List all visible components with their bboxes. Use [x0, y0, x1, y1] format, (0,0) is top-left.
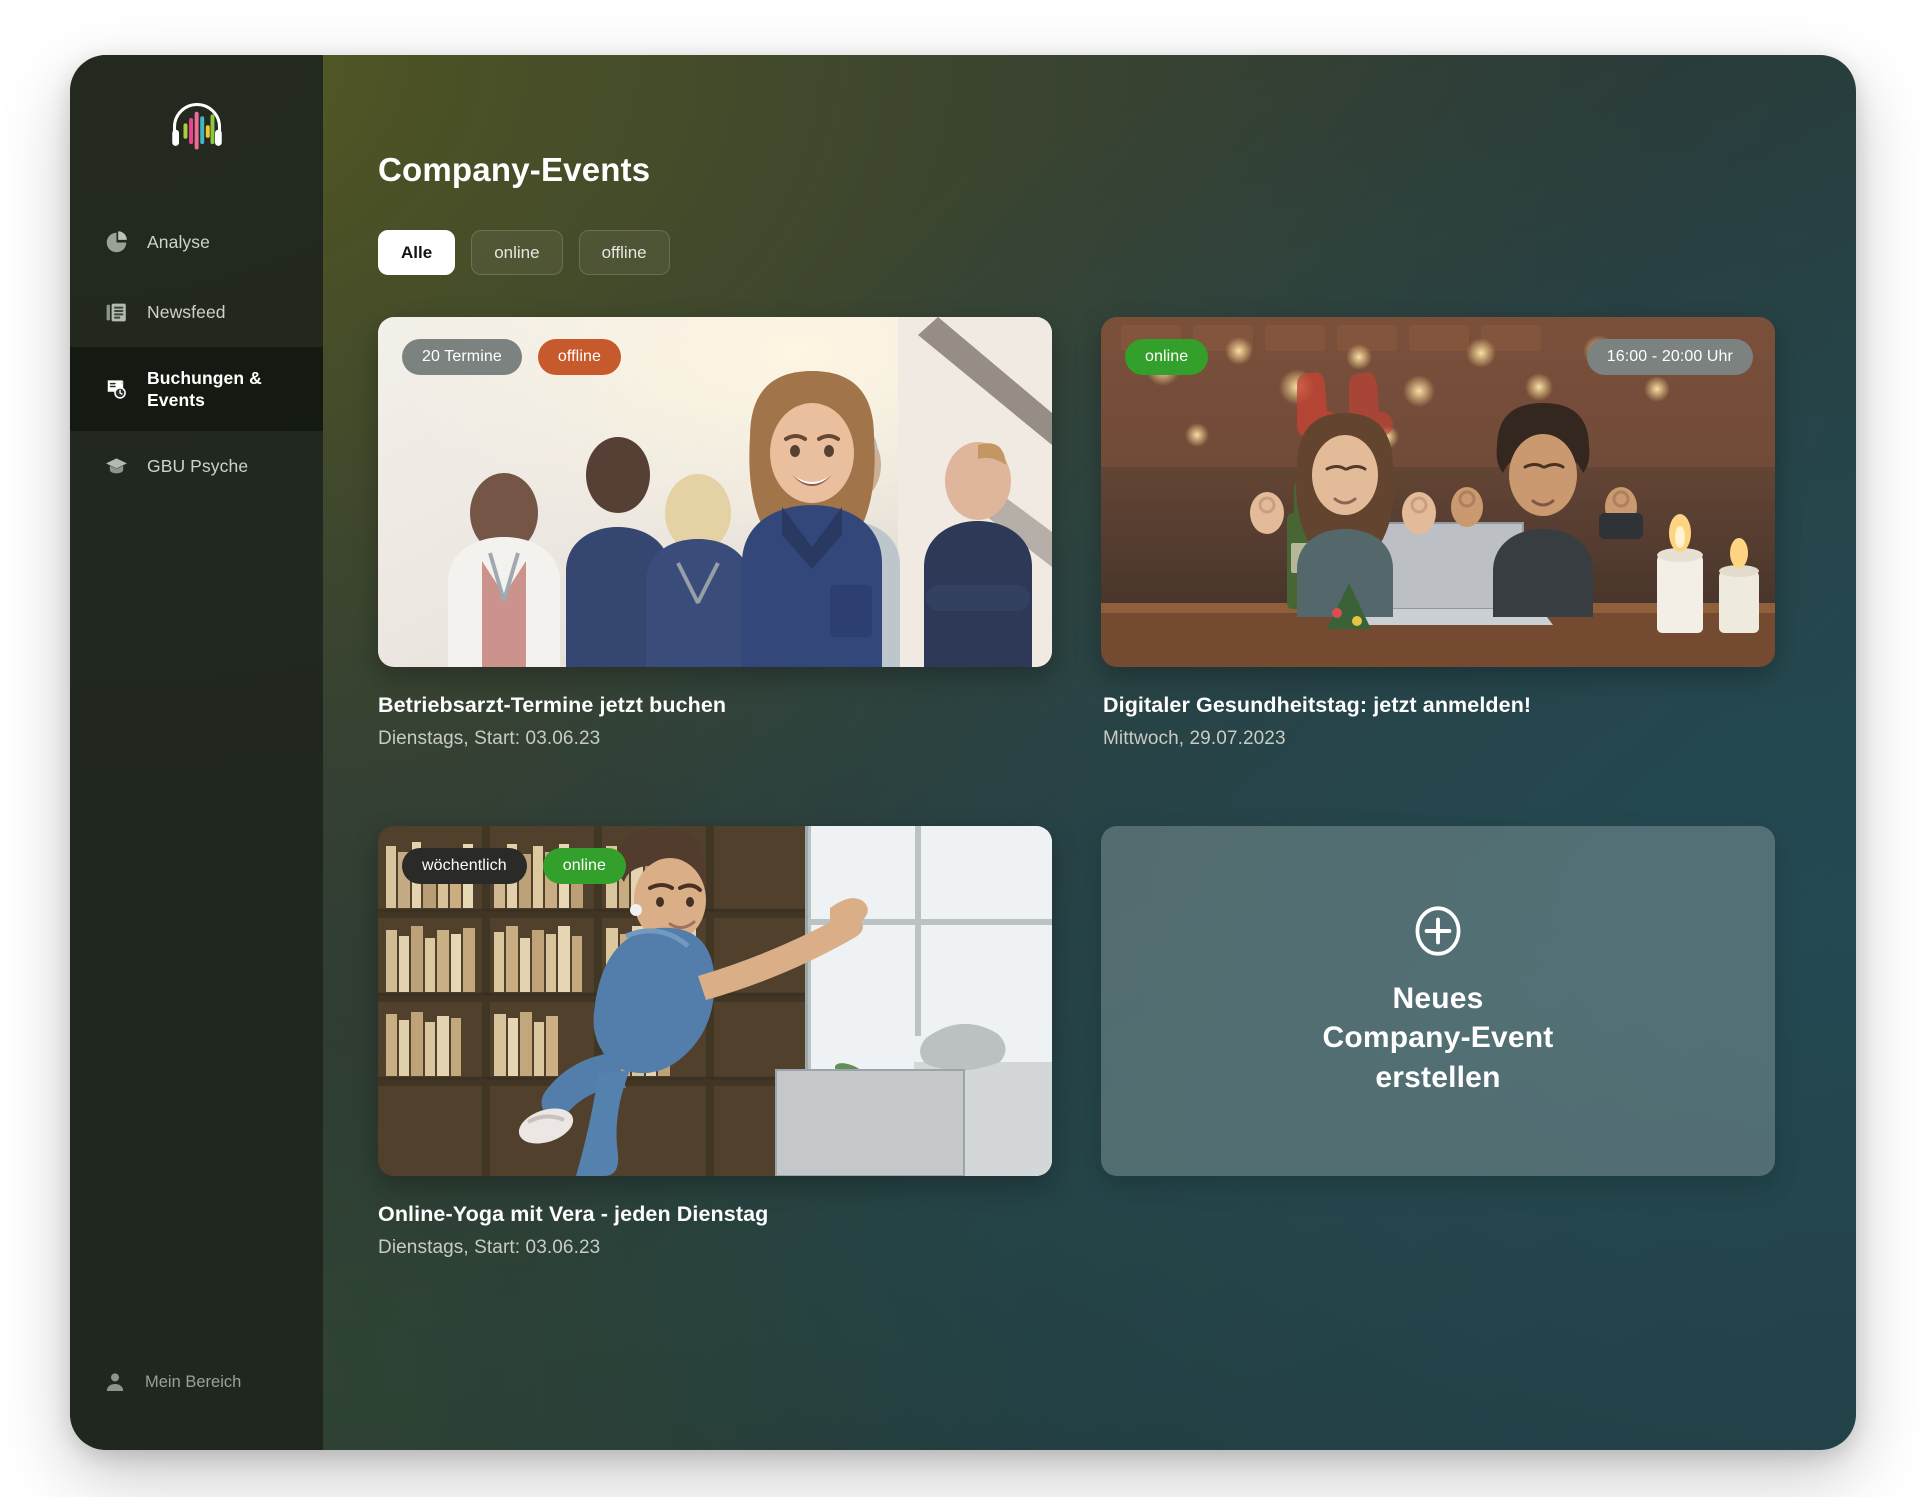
main-content: Company-Events Alle online offline 20 Te… [323, 55, 1856, 1450]
event-card-image: online 16:00 - 20:00 Uhr [1101, 317, 1775, 667]
create-event-card[interactable]: Neues Company-Event erstellen [1101, 826, 1775, 1176]
event-card-subtitle: Dienstags, Start: 03.06.23 [378, 728, 601, 749]
event-card[interactable]: 20 Termine offline Betriebsarzt-Termine … [378, 317, 1052, 750]
event-card-image: 20 Termine offline [378, 317, 1052, 667]
filter-chip-offline[interactable]: offline [578, 230, 670, 275]
user-icon [103, 1370, 127, 1394]
screenshot-root: Analyse Newsfeed Buchungen & Events GBU … [0, 0, 1920, 1497]
sidebar-item-label: Mein Bereich [145, 1372, 242, 1391]
event-card[interactable]: wöchentlich online Online-Yoga mit Vera … [378, 826, 1052, 1259]
sidebar-item-label: GBU Psyche [147, 455, 249, 476]
newspaper-icon [103, 299, 129, 325]
sidebar-item-buchungen-events[interactable]: Buchungen & Events [70, 347, 323, 431]
pie-chart-icon [103, 229, 129, 255]
sidebar-item-label: Newsfeed [147, 301, 226, 322]
badge-offline: offline [537, 339, 621, 375]
graduation-cap-icon [103, 453, 129, 479]
sidebar-item-gbu-psyche[interactable]: GBU Psyche [70, 431, 323, 501]
badge-online: online [1125, 339, 1209, 375]
sidebar-item-newsfeed[interactable]: Newsfeed [70, 277, 323, 347]
badge-time-wrapper: 16:00 - 20:00 Uhr [1586, 339, 1753, 375]
sidebar-item-analyse[interactable]: Analyse [70, 207, 323, 277]
create-event-label: Neues Company-Event erstellen [1322, 981, 1554, 1094]
event-card-title: Digitaler Gesundheitstag: jetzt anmelden… [1103, 693, 1532, 717]
event-card-subtitle: Mittwoch, 29.07.2023 [1103, 728, 1286, 749]
event-card-title: Online-Yoga mit Vera - jeden Dienstag [378, 1202, 769, 1226]
badge-group: wöchentlich online [402, 848, 627, 884]
sidebar-nav: Analyse Newsfeed Buchungen & Events GBU … [70, 207, 323, 501]
event-card-image: wöchentlich online [378, 826, 1052, 1176]
badge-woechentlich: wöchentlich [402, 848, 527, 884]
badge-online: online [542, 848, 627, 884]
filter-chip-online[interactable]: online [471, 230, 563, 275]
event-card-subtitle: Dienstags, Start: 03.06.23 [378, 1237, 601, 1258]
page-title: Company-Events [378, 151, 651, 188]
filter-chip-group: Alle online offline [378, 230, 1856, 275]
event-card-title: Betriebsarzt-Termine jetzt buchen [378, 693, 727, 717]
event-card[interactable]: online 16:00 - 20:00 Uhr Digitaler Gesun… [1101, 317, 1775, 750]
filter-chip-alle[interactable]: Alle [378, 230, 456, 275]
badge-time: 16:00 - 20:00 Uhr [1586, 339, 1753, 375]
sidebar-item-label: Analyse [147, 231, 210, 252]
sidebar: Analyse Newsfeed Buchungen & Events GBU … [70, 55, 323, 1450]
event-card-grid: 20 Termine offline Betriebsarzt-Termine … [378, 317, 1778, 1259]
badge-group: online [1125, 339, 1209, 375]
headphones-waveform-logo [171, 102, 222, 150]
calendar-clock-icon [103, 376, 129, 402]
sidebar-item-mein-bereich[interactable]: Mein Bereich [70, 1370, 323, 1450]
badge-termine: 20 Termine [402, 339, 522, 375]
app-logo[interactable] [70, 55, 323, 185]
sidebar-item-label: Buchungen & Events [147, 367, 262, 410]
badge-group: 20 Termine offline [402, 339, 621, 375]
app-window: Analyse Newsfeed Buchungen & Events GBU … [70, 55, 1856, 1450]
plus-circle-icon [1415, 906, 1461, 956]
